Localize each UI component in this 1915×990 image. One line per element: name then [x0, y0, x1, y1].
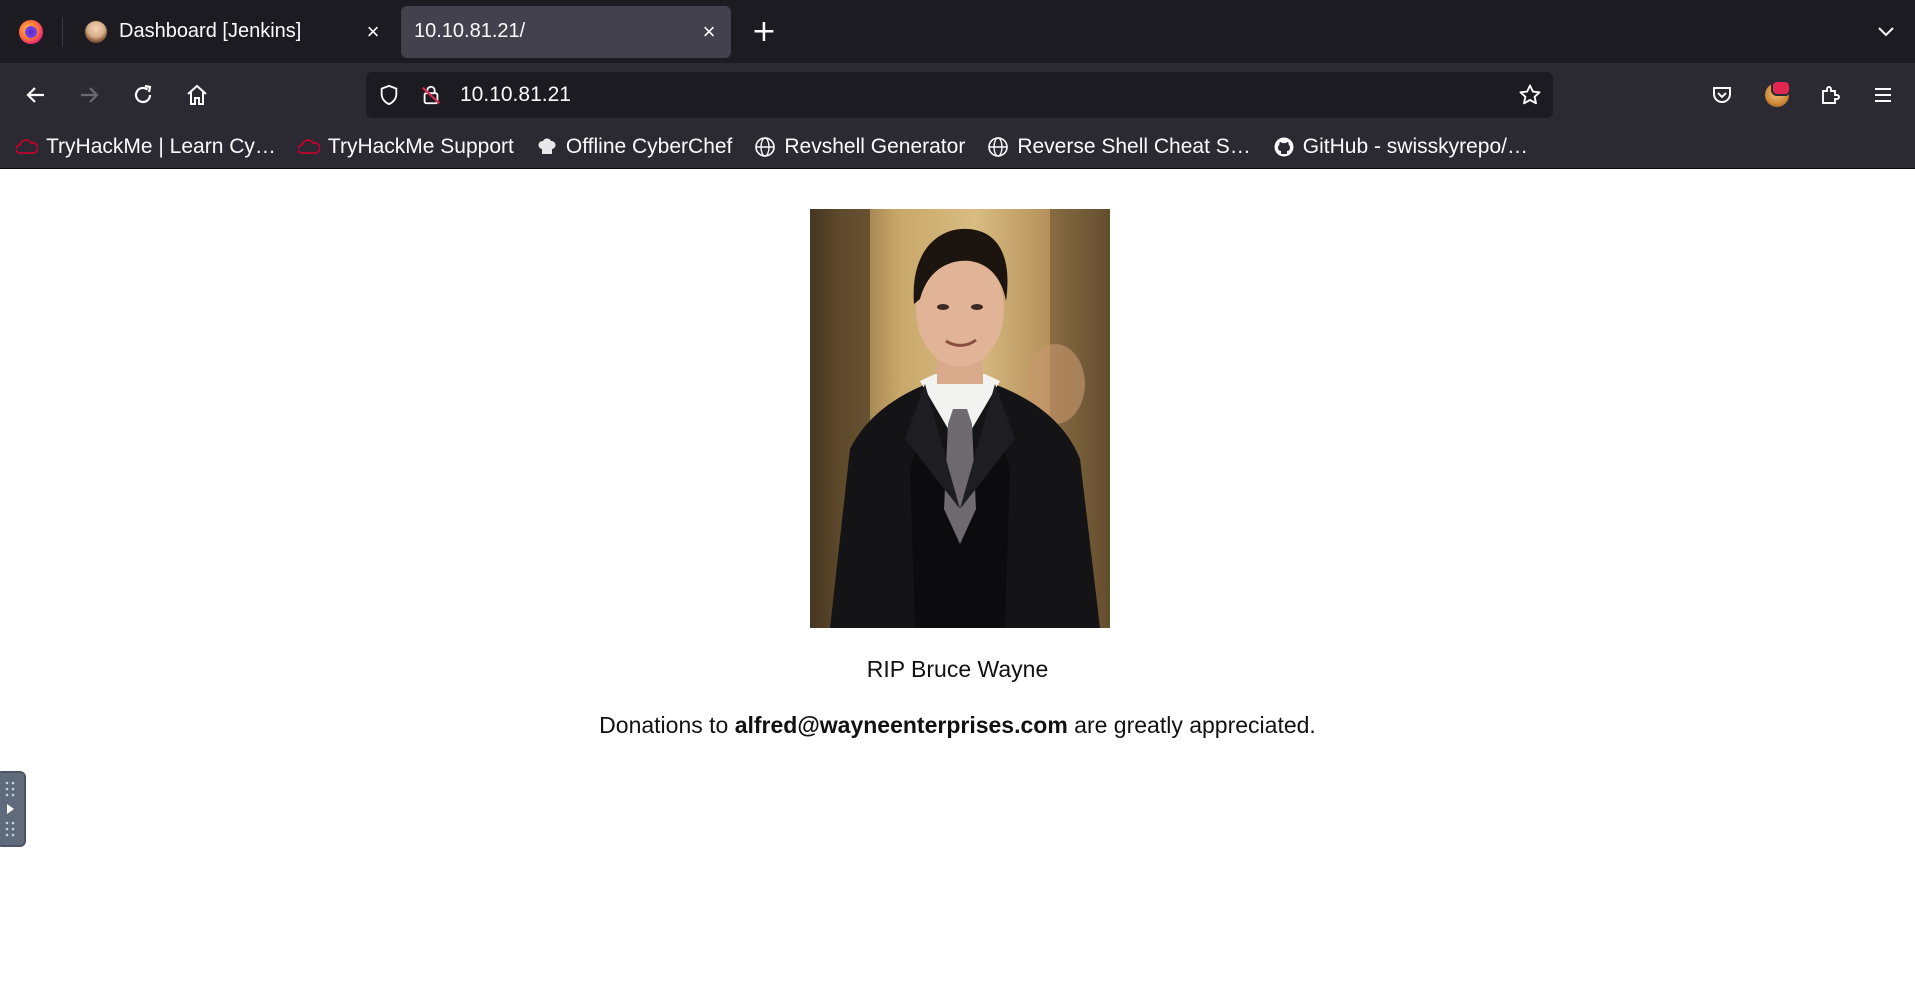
donation-prefix: Donations to	[599, 712, 735, 738]
home-button[interactable]	[178, 76, 216, 114]
bookmarks-toolbar: TryHackMe | Learn Cy… TryHackMe Support …	[0, 126, 1915, 169]
sidebar-toggle-handle[interactable]	[0, 771, 26, 847]
tab-jenkins-dashboard[interactable]: Dashboard [Jenkins] ×	[65, 6, 395, 58]
tab-active-page[interactable]: 10.10.81.21/ ×	[401, 5, 731, 58]
close-tab-button[interactable]: ×	[687, 20, 731, 43]
bookmark-revshell-generator[interactable]: Revshell Generator	[754, 135, 965, 159]
reload-button[interactable]	[124, 76, 162, 114]
navigation-toolbar: 10.10.81.21	[0, 63, 1915, 126]
forward-button[interactable]	[70, 76, 108, 114]
tab-title: 10.10.81.21/	[414, 20, 526, 42]
reload-icon	[134, 84, 152, 104]
pocket-icon	[1713, 87, 1731, 103]
web-page-content: RIP Bruce Wayne Donations to alfred@wayn…	[0, 170, 1915, 990]
bruce-wayne-portrait-image	[810, 209, 1110, 628]
donation-email: alfred@wayneenterprises.com	[734, 712, 1068, 738]
address-bar[interactable]: 10.10.81.21	[366, 72, 1553, 118]
memorial-caption: RIP Bruce Wayne	[866, 656, 1049, 682]
account-extension-button[interactable]	[1758, 76, 1796, 114]
globe-icon	[987, 136, 1009, 158]
extensions-button[interactable]	[1811, 76, 1849, 114]
bookmark-offline-cyberchef[interactable]: Offline CyberChef	[536, 135, 733, 159]
tryhackme-icon	[16, 136, 38, 158]
bookmark-tryhackme[interactable]: TryHackMe | Learn Cy…	[16, 135, 276, 159]
tryhackme-icon	[297, 136, 320, 158]
drag-grip-icon	[5, 781, 15, 837]
shield-icon	[380, 84, 398, 106]
hamburger-menu-icon	[1875, 88, 1891, 102]
bookmark-label: Reverse Shell Cheat S…	[1017, 135, 1251, 158]
new-tab-button[interactable]: +	[741, 9, 787, 55]
tab-title: Dashboard [Jenkins]	[119, 20, 302, 42]
bookmark-github-swisskyrepo[interactable]: GitHub - swisskyrepo/…	[1273, 135, 1528, 159]
close-tab-button[interactable]: ×	[351, 20, 395, 43]
arrow-left-icon	[26, 87, 44, 103]
insecure-lock-icon	[421, 85, 441, 105]
arrow-right-icon	[81, 87, 99, 103]
home-icon	[187, 84, 207, 105]
extension-avatar-icon	[1765, 80, 1791, 107]
site-security-button[interactable]	[416, 80, 446, 110]
bookmark-reverse-shell-cheat-sheet[interactable]: Reverse Shell Cheat S…	[987, 135, 1251, 159]
donation-message: Donations to alfred@wayneenterprises.com…	[0, 712, 1915, 739]
app-menu-button[interactable]	[1864, 76, 1902, 114]
tab-strip: Dashboard [Jenkins] × 10.10.81.21/ × +	[0, 0, 1915, 63]
puzzle-piece-icon	[1822, 86, 1840, 104]
bookmark-label: TryHackMe Support	[327, 135, 514, 158]
tab-separator	[62, 16, 63, 47]
chef-hat-icon	[536, 136, 558, 158]
firefox-icon	[19, 19, 43, 44]
bookmark-label: Revshell Generator	[784, 135, 966, 158]
bookmark-label: GitHub - swisskyrepo/…	[1302, 135, 1528, 158]
bookmark-tryhackme-support[interactable]: TryHackMe Support	[297, 135, 514, 159]
bookmark-label: Offline CyberChef	[565, 135, 733, 158]
pocket-button[interactable]	[1703, 76, 1741, 114]
blocked-badge-icon	[1771, 80, 1791, 96]
globe-icon	[754, 136, 776, 158]
firefox-menu-button[interactable]	[0, 0, 62, 63]
jenkins-icon	[85, 20, 107, 43]
url-text[interactable]: 10.10.81.21	[460, 72, 571, 118]
donation-suffix: are greatly appreciated.	[1067, 712, 1316, 738]
list-all-tabs-button[interactable]	[1871, 16, 1901, 46]
github-icon	[1273, 136, 1295, 158]
bookmark-page-button[interactable]	[1515, 80, 1545, 110]
tracking-protection-button[interactable]	[374, 80, 404, 110]
back-button[interactable]	[17, 76, 55, 114]
chevron-down-icon	[1878, 27, 1894, 37]
star-icon	[1519, 84, 1541, 105]
bookmark-label: TryHackMe | Learn Cy…	[46, 135, 276, 158]
